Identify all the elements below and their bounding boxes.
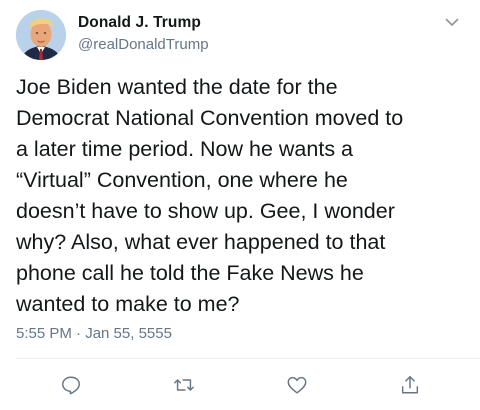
profile-photo-icon [16, 10, 66, 60]
tweet-card: Donald J. Trump @realDonaldTrump Joe Bid… [0, 0, 480, 410]
heart-icon [287, 376, 307, 394]
author-handle[interactable]: @realDonaldTrump [78, 36, 209, 53]
share-icon [401, 376, 419, 394]
tweet-timestamp[interactable]: 5:55 PM · Jan 55, 5555 [16, 325, 172, 342]
retweet-button[interactable] [171, 372, 197, 398]
author-name[interactable]: Donald J. Trump [78, 14, 201, 32]
reply-button[interactable] [58, 372, 84, 398]
retweet-icon [174, 379, 194, 391]
chevron-down-icon [445, 18, 459, 26]
like-button[interactable] [284, 372, 310, 398]
more-options-button[interactable] [440, 12, 464, 32]
avatar[interactable] [16, 10, 66, 60]
divider [16, 358, 480, 359]
tweet-text: Joe Biden wanted the date for the Democr… [16, 75, 404, 316]
share-button[interactable] [397, 372, 423, 398]
reply-icon [62, 376, 80, 395]
action-bar [0, 372, 480, 398]
